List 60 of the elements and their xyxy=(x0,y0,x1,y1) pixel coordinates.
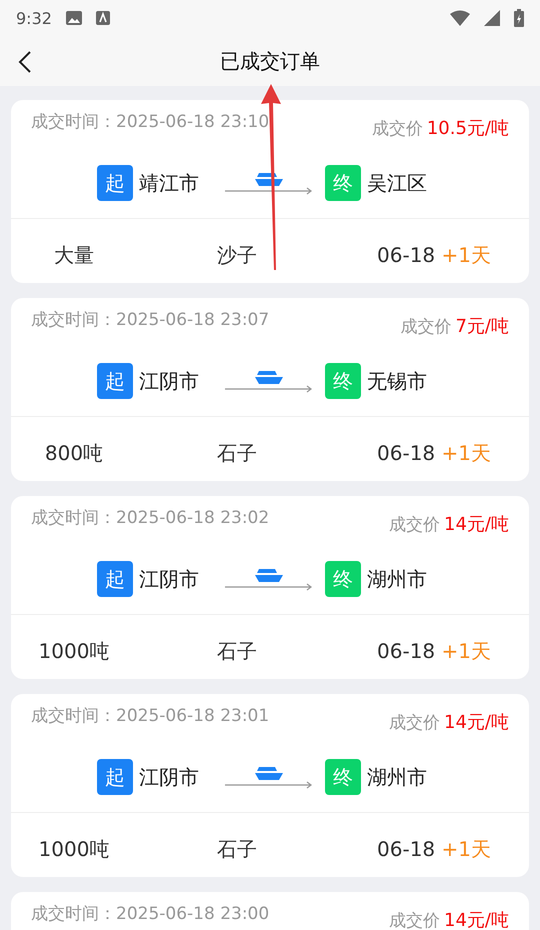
keyboard-icon xyxy=(96,11,110,25)
date-range: +1天 xyxy=(442,836,491,860)
cargo-quantity: 1000吨 xyxy=(38,638,110,664)
deal-time: 成交时间：2025-06-18 23:00 xyxy=(31,903,270,926)
wifi-icon xyxy=(450,10,470,26)
start-city: 江阴市 xyxy=(139,764,200,790)
date-range: +1天 xyxy=(442,638,491,662)
end-tag: 终 xyxy=(325,363,361,399)
start-tag: 起 xyxy=(97,759,133,795)
start-tag: 起 xyxy=(97,363,133,399)
end-city: 无锡市 xyxy=(367,368,428,394)
load-date: 06-18 xyxy=(377,638,436,662)
start-city: 江阴市 xyxy=(139,368,200,394)
image-icon xyxy=(66,11,82,25)
start-city: 靖江市 xyxy=(139,170,200,196)
cargo-type: 石子 xyxy=(216,638,258,664)
signal-icon xyxy=(484,10,500,26)
price-value: 14元/吨 xyxy=(444,909,509,930)
price-label: 成交价 xyxy=(389,712,440,734)
deal-time: 成交时间：2025-06-18 23:01 xyxy=(31,705,270,728)
price-label: 成交价 xyxy=(400,316,452,338)
cargo-quantity: 1000吨 xyxy=(38,836,110,862)
deal-time: 成交时间：2025-06-18 23:10 xyxy=(31,111,270,134)
order-card[interactable]: 成交时间：2025-06-18 23:10 成交价 10.5元/吨 起 靖江市 终 吴江区 大量 沙子 06-18 +1天 xyxy=(11,100,529,283)
cargo-quantity: 大量 xyxy=(53,242,95,268)
cargo-quantity: 800吨 xyxy=(44,440,104,466)
order-card[interactable]: 成交时间：2025-06-18 23:01 成交价 14元/吨 起 江阴市 终 湖州市 1000吨 石子 06-18 +1天 xyxy=(11,694,529,877)
start-tag: 起 xyxy=(97,561,133,597)
date-range: +1天 xyxy=(442,242,491,266)
battery-icon xyxy=(514,9,524,27)
order-card[interactable]: 成交时间：2025-06-18 23:02 成交价 14元/吨 起 江阴市 终 湖州市 1000吨 石子 06-18 +1天 xyxy=(11,496,529,679)
date-range: +1天 xyxy=(442,440,491,464)
order-card[interactable]: 成交时间：2025-06-18 23:00 成交价 14元/吨 xyxy=(11,892,529,930)
end-tag: 终 xyxy=(325,759,361,795)
deal-time: 成交时间：2025-06-18 23:07 xyxy=(31,309,270,332)
end-city: 湖州市 xyxy=(367,566,428,592)
price-label: 成交价 xyxy=(389,514,440,536)
end-tag: 终 xyxy=(325,561,361,597)
price-value: 7元/吨 xyxy=(455,315,509,338)
price-value: 10.5元/吨 xyxy=(426,117,509,140)
start-city: 江阴市 xyxy=(139,566,200,592)
price-label: 成交价 xyxy=(372,118,423,140)
deal-time: 成交时间：2025-06-18 23:02 xyxy=(31,507,270,530)
back-icon[interactable] xyxy=(18,50,32,74)
order-card[interactable]: 成交时间：2025-06-18 23:07 成交价 7元/吨 起 江阴市 终 无锡市 800吨 石子 06-18 +1天 xyxy=(11,298,529,481)
price-value: 14元/吨 xyxy=(444,513,509,536)
page-title: 已成交订单 xyxy=(220,48,320,74)
end-city: 湖州市 xyxy=(367,764,428,790)
load-date: 06-18 xyxy=(377,242,436,266)
end-tag: 终 xyxy=(325,165,361,201)
price-value: 14元/吨 xyxy=(444,711,509,734)
cargo-type: 石子 xyxy=(216,836,258,862)
end-city: 吴江区 xyxy=(367,170,428,196)
cargo-type: 沙子 xyxy=(216,242,258,268)
load-date: 06-18 xyxy=(377,440,436,464)
load-date: 06-18 xyxy=(377,836,436,860)
price-label: 成交价 xyxy=(389,910,440,930)
status-time: 9:32 xyxy=(16,8,52,28)
cargo-type: 石子 xyxy=(216,440,258,466)
start-tag: 起 xyxy=(97,165,133,201)
